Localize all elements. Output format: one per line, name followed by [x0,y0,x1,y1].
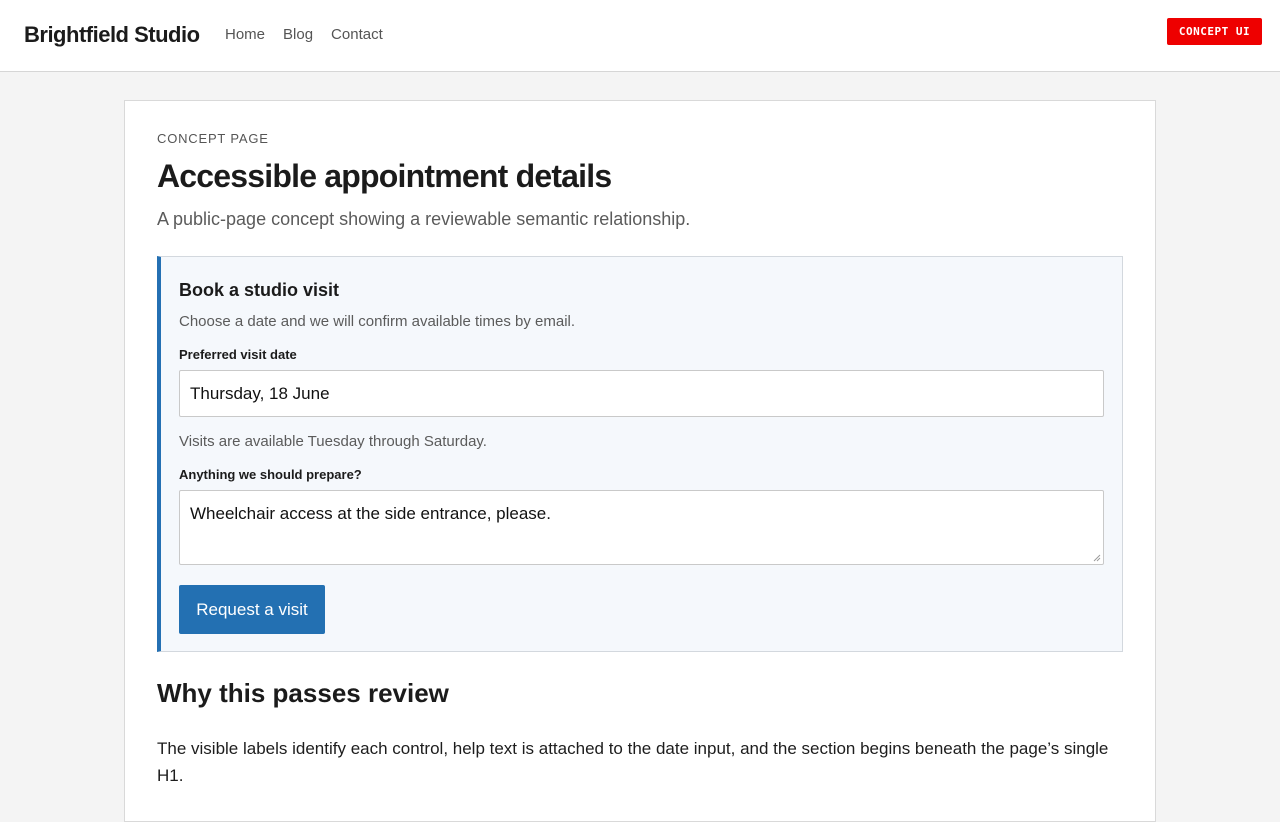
prepare-notes-label: Anything we should prepare? [179,467,362,482]
content-card: CONCEPT PAGE Accessible appointment deta… [124,100,1156,822]
visit-date-label: Preferred visit date [179,347,297,362]
booking-form-heading: Book a studio visit [179,280,340,300]
prepare-notes-text: Wheelchair access at the side entrance, … [190,504,551,523]
request-visit-button[interactable]: Request a visit [179,585,325,634]
site-header: Brightfield Studio Home Blog Contact CON… [0,0,1280,72]
site-brand[interactable]: Brightfield Studio [24,22,200,48]
visit-date-help: Visits are available Tuesday through Sat… [179,433,487,450]
concept-ui-badge: CONCEPT UI [1167,18,1262,45]
resize-grip-icon[interactable] [1093,554,1101,562]
page-title: Accessible appointment details [157,158,612,194]
booking-form-intro: Choose a date and we will confirm availa… [179,313,576,330]
main-nav: Home Blog Contact [225,26,401,44]
visit-date-input[interactable]: Thursday, 18 June [179,370,1104,417]
nav-link-home[interactable]: Home [225,26,265,44]
page-eyebrow: CONCEPT PAGE [157,131,269,146]
review-body: The visible labels identify each control… [157,739,1109,785]
page-subtitle: A public-page concept showing a reviewab… [157,209,691,229]
booking-form-panel: Book a studio visit Choose a date and we… [157,256,1123,652]
review-heading: Why this passes review [157,678,449,708]
prepare-notes-textarea[interactable]: Wheelchair access at the side entrance, … [179,490,1104,565]
nav-link-blog[interactable]: Blog [283,26,313,44]
nav-link-contact[interactable]: Contact [331,26,383,44]
